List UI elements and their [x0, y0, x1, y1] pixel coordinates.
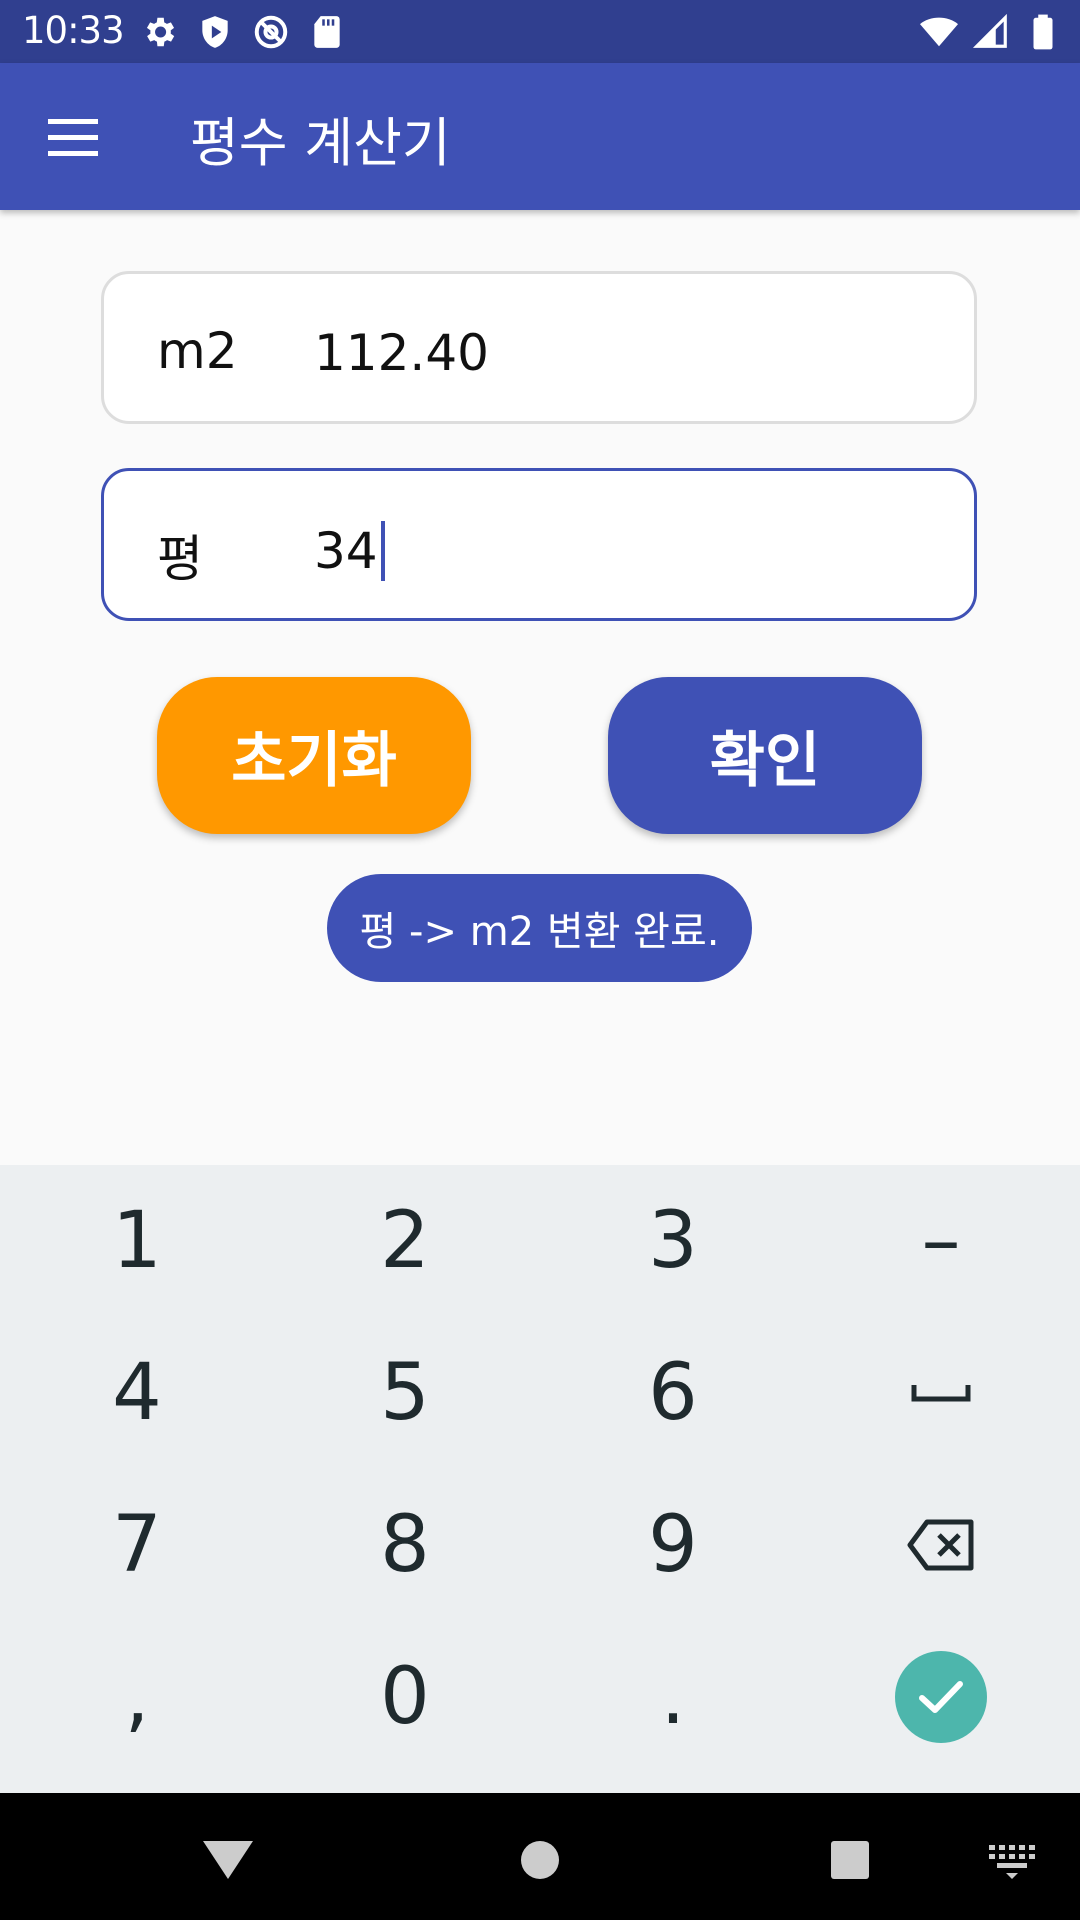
pyeong-field[interactable]: 평 34 — [101, 468, 977, 621]
backspace-icon — [907, 1519, 974, 1571]
settings-icon — [146, 17, 175, 47]
m2-field-label: m2 — [157, 322, 238, 380]
key-dash[interactable]: – — [806, 1165, 1076, 1317]
app-bar: 평수 계산기 — [0, 63, 1080, 210]
app-title: 평수 계산기 — [190, 113, 451, 174]
key-1[interactable]: 1 — [2, 1165, 272, 1317]
recents-icon[interactable] — [816, 1823, 886, 1893]
m2-field[interactable]: m2 112.40 — [101, 271, 977, 424]
wifi-icon — [920, 17, 958, 47]
menu-icon[interactable] — [40, 111, 106, 163]
screen: 10:33 평수 계산기 m2 112.40 평 34 초기화 확인 평 -> … — [0, 0, 1080, 1920]
status-time: 10:33 — [22, 9, 125, 52]
navigation-bar — [0, 1793, 1080, 1920]
key-2[interactable]: 2 — [270, 1165, 540, 1317]
pyeong-input[interactable]: 34 — [314, 521, 385, 581]
key-5[interactable]: 5 — [270, 1317, 540, 1469]
status-icons-left — [140, 13, 346, 51]
confirm-button[interactable]: 확인 — [608, 677, 922, 834]
space-icon — [911, 1385, 971, 1402]
status-bar: 10:33 — [0, 0, 1080, 63]
toast-message: 평 -> m2 변환 완료. — [327, 874, 752, 982]
key-backspace[interactable] — [806, 1469, 1076, 1621]
back-icon[interactable] — [193, 1823, 263, 1893]
cell-signal-icon — [972, 13, 1007, 48]
key-6[interactable]: 6 — [538, 1317, 808, 1469]
done-button[interactable] — [895, 1651, 987, 1743]
key-9[interactable]: 9 — [538, 1469, 808, 1621]
m2-value: 112.40 — [314, 324, 489, 382]
key-period[interactable]: . — [538, 1621, 808, 1773]
key-comma[interactable]: , — [2, 1621, 272, 1773]
shield-icon — [202, 16, 228, 48]
key-3[interactable]: 3 — [538, 1165, 808, 1317]
home-icon[interactable] — [505, 1823, 575, 1893]
text-cursor — [380, 521, 385, 581]
key-4[interactable]: 4 — [2, 1317, 272, 1469]
pyeong-value: 34 — [314, 522, 378, 580]
key-done[interactable] — [806, 1621, 1076, 1773]
check-icon — [919, 1681, 963, 1713]
battery-icon — [1033, 14, 1053, 50]
key-space[interactable] — [806, 1317, 1076, 1469]
key-7[interactable]: 7 — [2, 1469, 272, 1621]
key-8[interactable]: 8 — [270, 1469, 540, 1621]
key-0[interactable]: 0 — [270, 1621, 540, 1773]
pyeong-field-label: 평 — [157, 530, 203, 588]
reset-button[interactable]: 초기화 — [157, 677, 471, 834]
numeric-keyboard: 1 2 3 – 4 5 6 7 8 9 , 0 . — [0, 1165, 1080, 1793]
status-icons-right — [920, 13, 1062, 51]
keyboard-switch-icon[interactable] — [975, 1823, 1045, 1893]
sd-card-icon — [314, 16, 340, 48]
m2-input[interactable]: 112.40 — [314, 324, 489, 382]
at-sign-icon — [254, 15, 288, 49]
